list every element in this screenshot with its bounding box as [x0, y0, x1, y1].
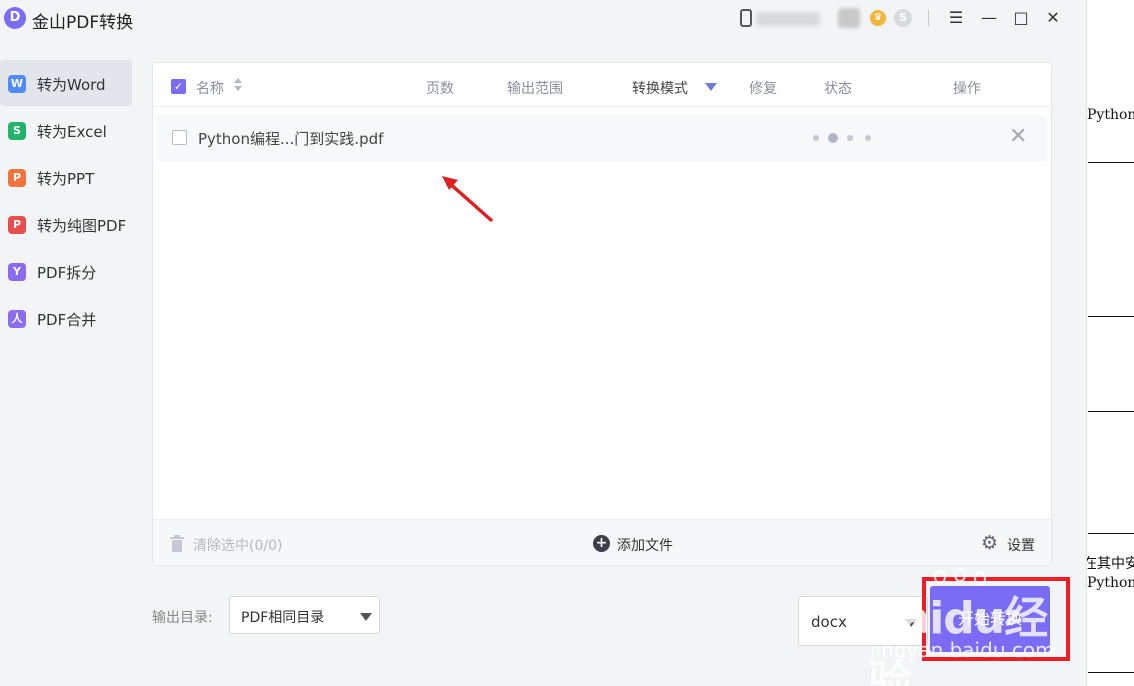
title-bar: D 金山PDF转换 ♛ S ☰ — □ ✕	[0, 0, 1086, 36]
split-icon: Y	[8, 263, 26, 281]
column-repair: 修复	[749, 81, 777, 97]
doc-rule	[1088, 672, 1134, 673]
vip-crown-icon[interactable]: ♛	[870, 10, 886, 26]
doc-rule	[1088, 316, 1134, 317]
pdf-converter-window: D 金山PDF转换 ♛ S ☰ — □ ✕ W 转为Word S 转为Excel…	[0, 0, 1086, 686]
chevron-down-icon	[360, 613, 372, 621]
panel-footer: 清除选中(0/0) + 添加文件 ⚙ 设置	[153, 519, 1051, 565]
sidebar-item-label: 转为PPT	[37, 170, 95, 188]
doc-text: Python3	[1087, 575, 1134, 591]
ppt-icon: P	[8, 169, 26, 187]
column-status: 状态	[824, 81, 852, 97]
loading-dot	[828, 133, 838, 143]
sidebar-item-to-image-pdf[interactable]: P 转为纯图PDF	[0, 201, 132, 247]
output-dir-label: 输出目录:	[152, 610, 213, 626]
file-list-panel: ✓ 名称 页数 输出范围 转换模式 修复 状态 操作 Python编程...门到…	[152, 62, 1052, 566]
excel-icon: S	[8, 122, 26, 140]
maximize-icon[interactable]: □	[1009, 6, 1033, 30]
sidebar-item-to-ppt[interactable]: P 转为PPT	[0, 154, 132, 200]
gear-icon[interactable]: ⚙	[981, 533, 998, 553]
phone-icon[interactable]	[740, 9, 752, 27]
sidebar: W 转为Word S 转为Excel P 转为PPT P 转为纯图PDF Y P…	[0, 60, 136, 342]
titlebar-divider	[928, 10, 929, 26]
file-name: Python编程...门到实践.pdf	[198, 130, 384, 148]
sort-icon[interactable]	[233, 76, 243, 94]
column-name[interactable]: 名称	[196, 78, 224, 98]
sidebar-item-pdf-split[interactable]: Y PDF拆分	[0, 248, 132, 294]
sidebar-item-pdf-merge[interactable]: 人 PDF合并	[0, 295, 132, 341]
sidebar-item-label: 转为Excel	[37, 123, 107, 141]
word-icon: W	[8, 75, 26, 93]
loading-dot	[865, 135, 871, 141]
app-root: D 金山PDF转换 ♛ S ☰ — □ ✕ W 转为Word S 转为Excel…	[0, 0, 1134, 686]
sidebar-item-to-excel[interactable]: S 转为Excel	[0, 107, 132, 153]
table-header: ✓ 名称 页数 输出范围 转换模式 修复 状态 操作	[153, 63, 1051, 107]
output-dir-value: PDF相同目录	[241, 610, 325, 626]
minimize-icon[interactable]: —	[977, 6, 1001, 30]
sidebar-item-label: 转为Word	[37, 76, 106, 94]
column-action: 操作	[953, 81, 981, 97]
doc-rule	[1088, 162, 1134, 163]
loading-indicator	[813, 133, 877, 143]
row-checkbox[interactable]	[172, 130, 187, 145]
sidebar-item-label: 转为纯图PDF	[37, 217, 127, 235]
doc-text: Python编	[1087, 107, 1134, 123]
sidebar-item-label: PDF拆分	[37, 264, 97, 282]
output-dir-select[interactable]: PDF相同目录	[229, 596, 380, 634]
sidebar-item-label: PDF合并	[37, 311, 97, 329]
sidebar-item-to-word[interactable]: W 转为Word	[0, 60, 132, 106]
add-file-button[interactable]: 添加文件	[617, 535, 673, 555]
loading-dot	[847, 135, 853, 141]
doc-rule	[1088, 411, 1134, 412]
close-icon[interactable]: ✕	[1041, 6, 1065, 30]
doc-rule	[1088, 533, 1134, 534]
loading-dot	[813, 135, 819, 141]
column-output-range: 输出范围	[507, 81, 563, 97]
doc-text: 在其中安	[1087, 556, 1134, 572]
remove-file-icon[interactable]: ✕	[1009, 125, 1027, 149]
format-select[interactable]: docx	[798, 596, 928, 646]
chevron-down-icon	[905, 619, 917, 627]
settings-button[interactable]: 设置	[1007, 535, 1035, 555]
table-row[interactable]: Python编程...门到实践.pdf ✕	[157, 115, 1047, 161]
membership-badge-icon[interactable]: S	[894, 9, 912, 27]
add-file-icon[interactable]: +	[593, 535, 610, 552]
blurred-account-name[interactable]	[756, 12, 820, 26]
app-title: 金山PDF转换	[32, 13, 134, 33]
annotation-arrow-icon	[442, 176, 493, 222]
clear-selected-button[interactable]: 清除选中(0/0)	[193, 535, 282, 555]
format-value: docx	[811, 613, 847, 631]
column-convert-mode[interactable]: 转换模式	[632, 78, 688, 98]
select-all-checkbox[interactable]: ✓	[171, 79, 186, 94]
background-document: Python编 在其中安 Python3	[1086, 0, 1134, 686]
annotation-highlight-box	[922, 577, 1070, 661]
merge-icon: 人	[8, 310, 26, 328]
image-pdf-icon: P	[8, 216, 26, 234]
trash-icon	[170, 535, 184, 552]
menu-icon[interactable]: ☰	[944, 6, 968, 30]
blurred-avatar[interactable]	[838, 8, 860, 28]
convert-mode-dropdown-icon[interactable]	[705, 83, 717, 91]
column-pages: 页数	[426, 81, 454, 97]
app-logo-icon: D	[4, 7, 26, 29]
